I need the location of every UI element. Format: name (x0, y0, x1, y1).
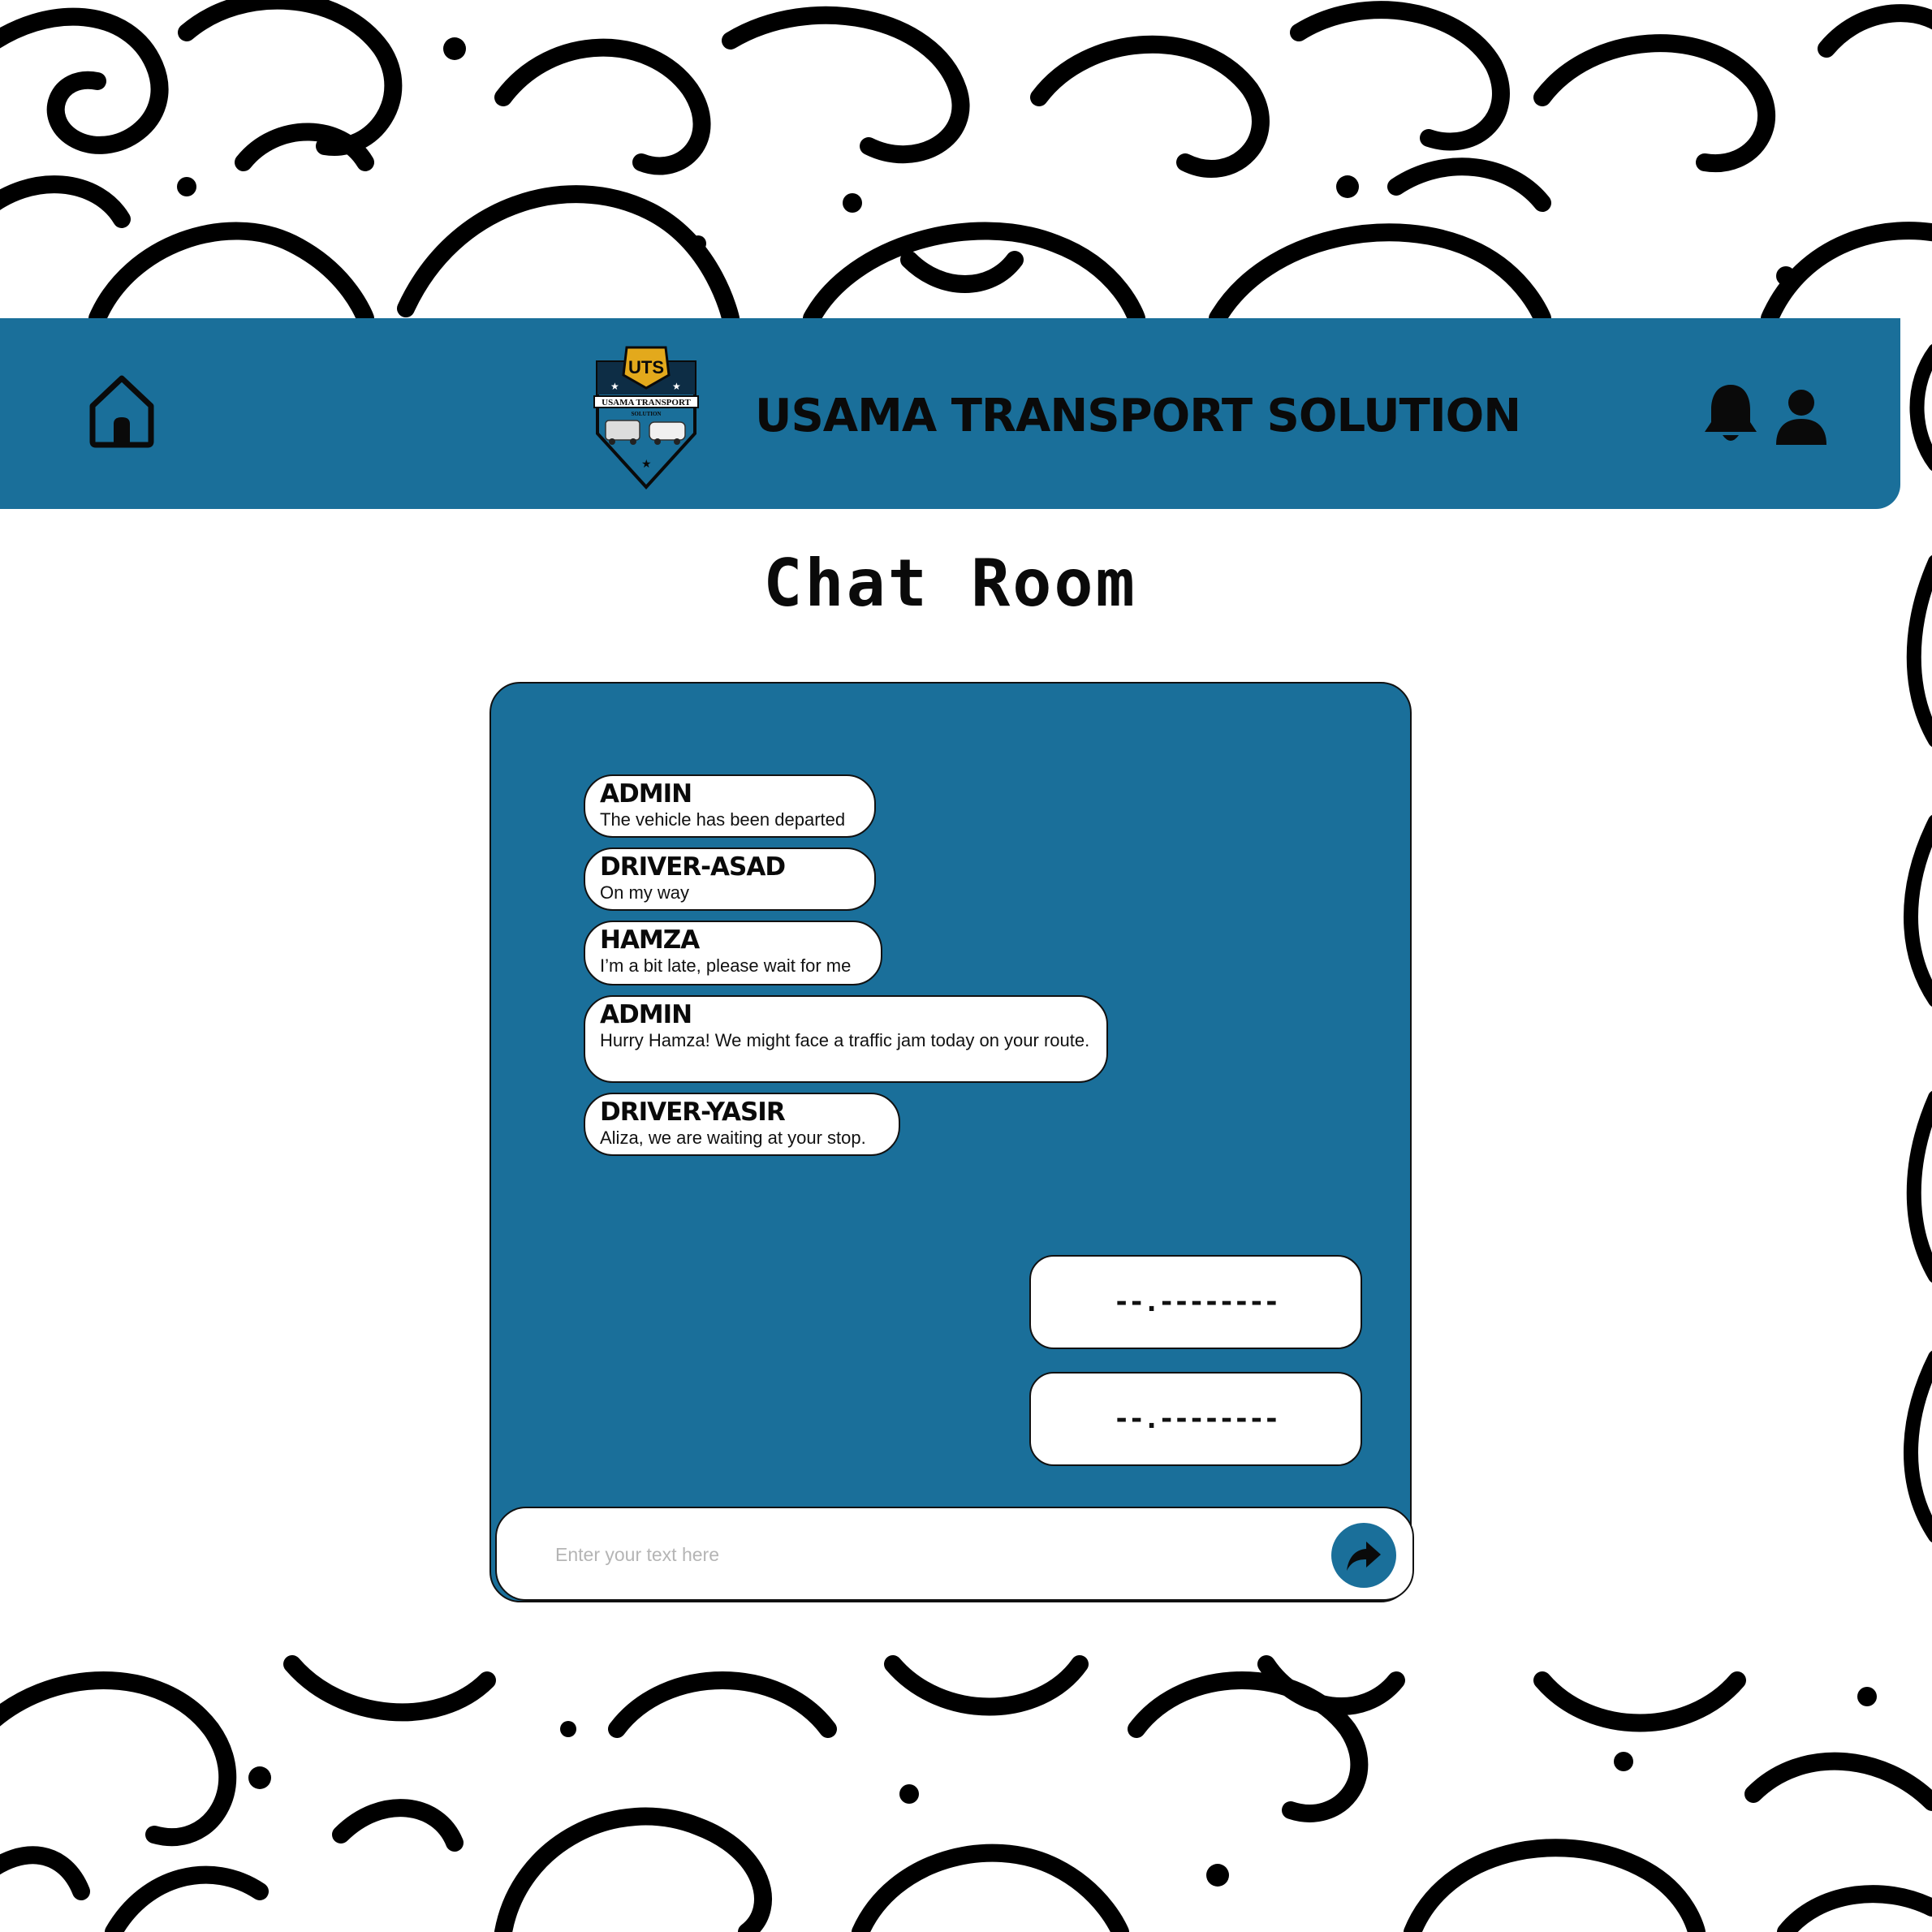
logo-monogram: UTS (628, 357, 664, 377)
message-text: The vehicle has been departed (600, 809, 846, 830)
bell-icon[interactable] (1701, 382, 1760, 445)
home-icon[interactable] (88, 373, 156, 448)
message-text: On my way (600, 882, 690, 903)
message-text: I’m a bit late, please wait for me (600, 955, 852, 976)
decorative-swirl-pattern-right (1904, 343, 1932, 1543)
message-text: Aliza, we are waiting at your stop. (600, 1128, 866, 1148)
message-text: Hurry Hamza! We might face a traffic jam… (600, 1030, 1090, 1050)
user-icon[interactable] (1775, 388, 1828, 445)
send-button[interactable] (1331, 1523, 1396, 1588)
message-sender: ADMIN (600, 1000, 692, 1029)
brand-title: USAMA TRANSPORT SOLUTION (755, 390, 1521, 442)
company-logo: UTS USAMA TRANSPORT SOLUTION ★ ★ ★ (591, 346, 701, 490)
logo-text-line2: SOLUTION (632, 411, 662, 417)
outgoing-message-placeholder: --.-------- (1029, 1372, 1362, 1466)
svg-text:★: ★ (610, 381, 619, 392)
chat-message: DRIVER-ASAD On my way (584, 847, 876, 911)
chat-message: DRIVER-YASIR Aliza, we are waiting at yo… (584, 1093, 900, 1156)
chat-message: ADMIN Hurry Hamza! We might face a traff… (584, 995, 1108, 1083)
chat-message: ADMIN The vehicle has been departed (584, 774, 876, 838)
message-sender: HAMZA (600, 925, 700, 955)
message-sender: DRIVER-YASIR (600, 1098, 786, 1127)
logo-text-line1: USAMA TRANSPORT (602, 398, 691, 408)
message-input-bar (495, 1507, 1414, 1601)
message-sender: DRIVER-ASAD (600, 852, 786, 882)
decorative-swirl-pattern-top (0, 0, 1932, 318)
chat-message: HAMZA I’m a bit late, please wait for me (584, 921, 882, 985)
svg-text:★: ★ (672, 381, 681, 392)
message-sender: ADMIN (600, 779, 692, 809)
page-title: Chat Room (763, 546, 1137, 621)
message-input[interactable] (554, 1531, 1287, 1578)
svg-text:★: ★ (641, 458, 652, 471)
outgoing-message-placeholder: --.-------- (1029, 1255, 1362, 1349)
decorative-swirl-pattern-bottom (0, 1655, 1932, 1932)
share-arrow-icon (1347, 1542, 1381, 1571)
